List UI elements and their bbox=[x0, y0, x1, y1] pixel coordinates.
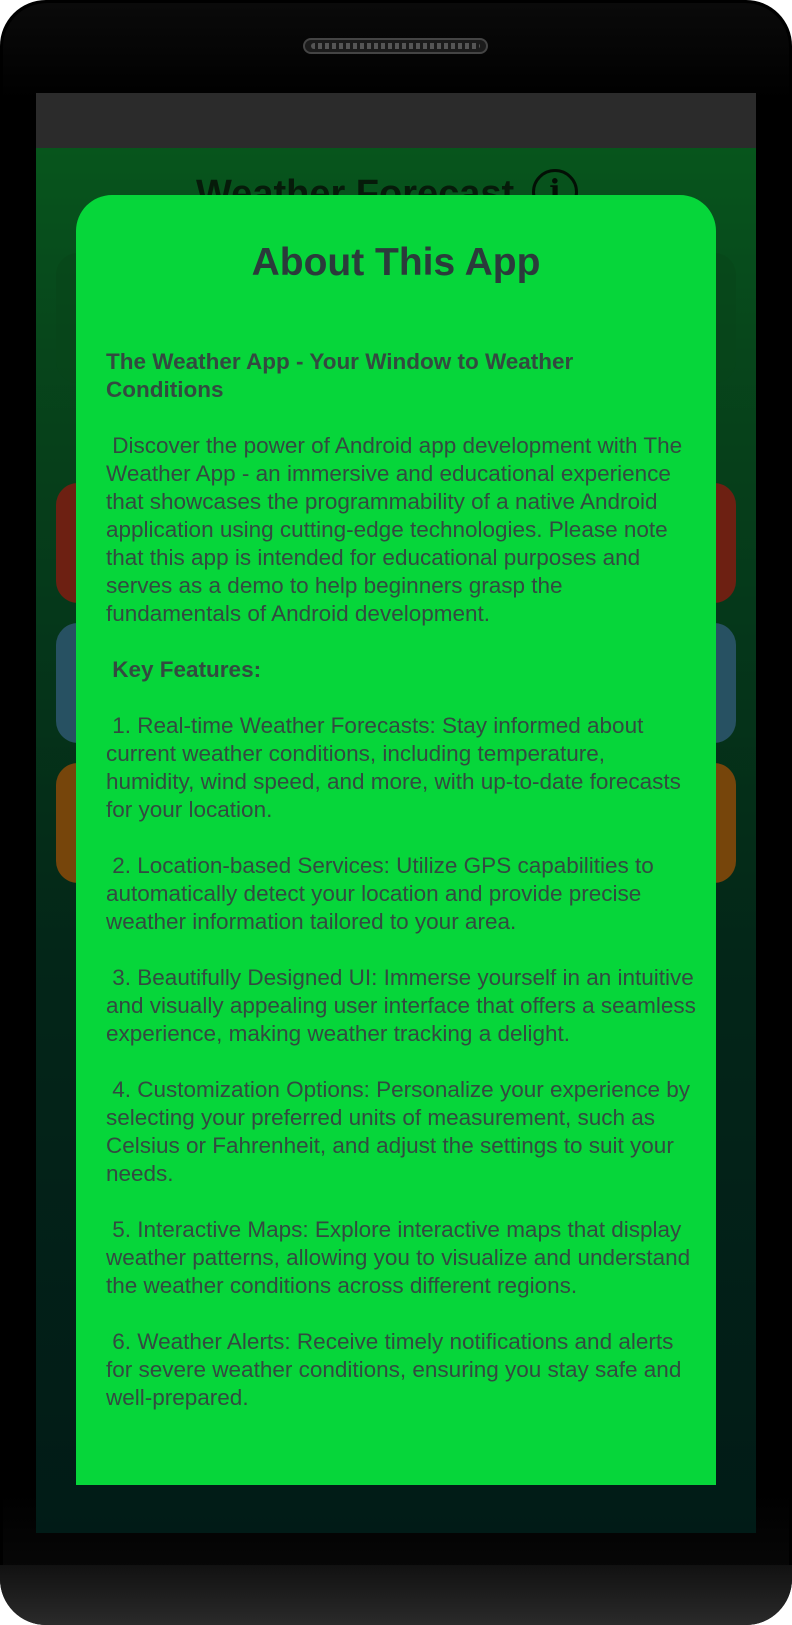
feature-item: 4. Customization Options: Personalize yo… bbox=[106, 1077, 691, 1186]
feature-item: 5. Interactive Maps: Explore interactive… bbox=[106, 1217, 691, 1298]
feature-item: 3. Beautifully Designed UI: Immerse your… bbox=[106, 965, 696, 1046]
status-bar bbox=[36, 93, 756, 148]
feature-item: 1. Real-time Weather Forecasts: Stay inf… bbox=[106, 713, 681, 822]
features-heading: Key Features: bbox=[112, 657, 262, 682]
speaker-grille bbox=[303, 38, 488, 54]
feature-item: 2. Location-based Services: Utilize GPS … bbox=[106, 853, 654, 934]
dialog-heading: The Weather App - Your Window to Weather… bbox=[106, 349, 574, 402]
phone-chin bbox=[0, 1565, 792, 1625]
screen: Weather Forecast i About This App The We… bbox=[36, 93, 756, 1533]
dialog-body[interactable]: The Weather App - Your Window to Weather… bbox=[106, 348, 696, 1440]
phone-frame: Weather Forecast i About This App The We… bbox=[0, 0, 792, 1625]
dialog-title: About This App bbox=[251, 241, 541, 284]
about-dialog[interactable]: About This App The Weather App - Your Wi… bbox=[76, 195, 716, 1485]
feature-item: 6. Weather Alerts: Receive timely notifi… bbox=[106, 1329, 682, 1410]
dialog-intro: Discover the power of Android app develo… bbox=[106, 433, 683, 626]
